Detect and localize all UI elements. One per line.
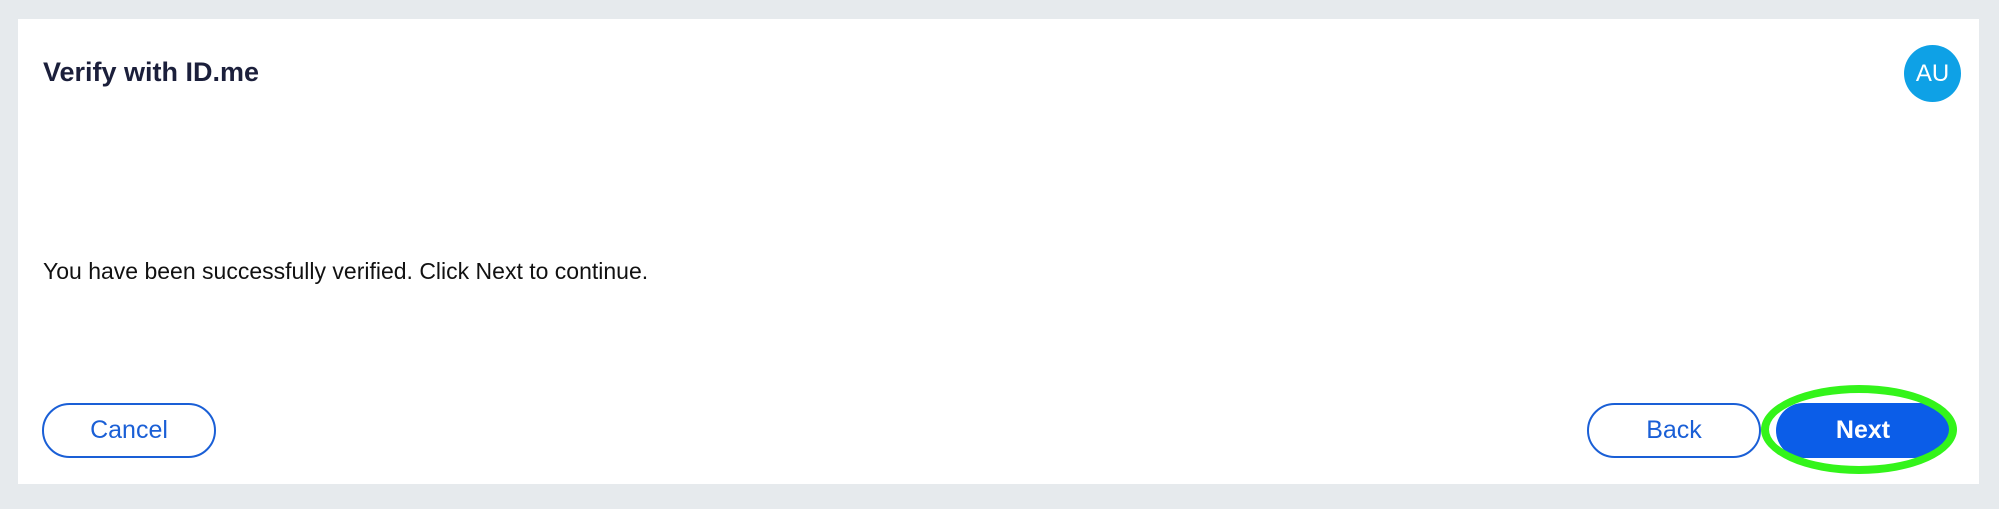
verification-message: You have been successfully verified. Cli… [43,258,649,284]
user-avatar[interactable]: AU [1904,45,1961,102]
cancel-button[interactable]: Cancel [42,403,216,458]
verification-card: Verify with ID.me AU You have been succe… [18,19,1979,484]
page-title: Verify with ID.me [43,57,260,87]
next-button[interactable]: Next [1776,403,1950,458]
back-button[interactable]: Back [1587,403,1761,458]
